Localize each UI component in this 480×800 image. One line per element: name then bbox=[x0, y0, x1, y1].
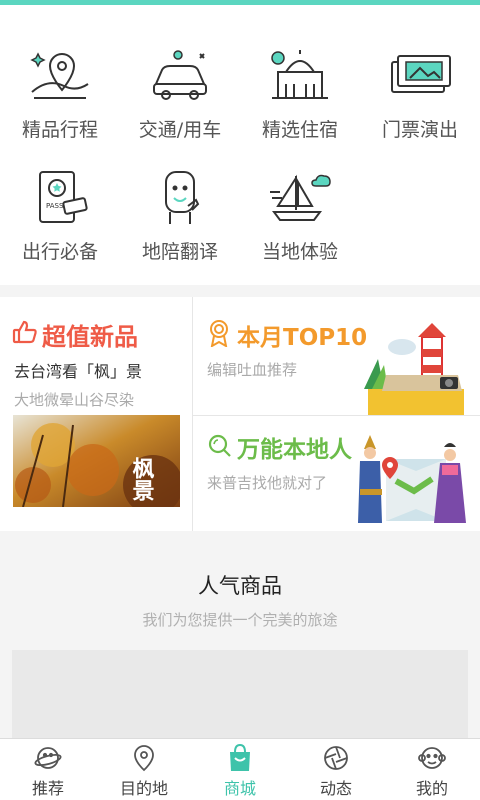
section-title: 人气商品 bbox=[198, 574, 282, 598]
category-guide[interactable]: 地陪翻译 bbox=[120, 142, 240, 263]
category-itinerary[interactable]: 精品行程 bbox=[0, 20, 120, 141]
monkey-icon bbox=[418, 747, 446, 769]
product-card-placeholder[interactable] bbox=[12, 650, 468, 740]
category-label: 当地体验 bbox=[261, 241, 338, 263]
promo-title: 超值新品 bbox=[42, 323, 138, 351]
section-subtitle: 我们为您提供一个完美的旅途 bbox=[142, 611, 338, 629]
category-grid: 精品行程 交通/用车 精选住宿 门票演出 PASS 出行必备 地陪翻译 当地体验 bbox=[0, 5, 480, 285]
category-experience[interactable]: 当地体验 bbox=[240, 142, 360, 263]
tab-destination[interactable]: 目的地 bbox=[96, 739, 192, 800]
location-icon bbox=[134, 745, 154, 772]
bottom-tab-bar: 推荐 目的地 商城 动态 我的 bbox=[0, 738, 480, 800]
medal-icon bbox=[210, 320, 228, 347]
passport-icon: PASS bbox=[39, 171, 88, 223]
promo-title: 万能本地人 bbox=[237, 437, 352, 463]
promo-subtitle: 去台湾看「枫」景 bbox=[14, 362, 143, 381]
promo-description: 编辑吐血推荐 bbox=[207, 361, 298, 379]
promo-description: 大地微晕山谷尽染 bbox=[14, 391, 135, 409]
category-label: 精品行程 bbox=[21, 119, 98, 141]
aperture-icon bbox=[324, 746, 348, 770]
tab-feed[interactable]: 动态 bbox=[288, 739, 384, 800]
category-label: 交通/用车 bbox=[138, 119, 222, 141]
promo-section: 超值新品 去台湾看「枫」景 大地微晕山谷尽染 枫景 本月TOP10 编辑吐血推荐… bbox=[0, 297, 480, 531]
tab-mine[interactable]: 我的 bbox=[384, 739, 480, 800]
tab-label: 推荐 bbox=[31, 779, 64, 798]
tab-label: 我的 bbox=[415, 779, 448, 798]
category-transport[interactable]: 交通/用车 bbox=[120, 20, 240, 141]
tab-label: 商城 bbox=[223, 779, 256, 798]
sailboat-icon bbox=[270, 174, 331, 221]
divider bbox=[192, 297, 193, 531]
category-label: 门票演出 bbox=[381, 119, 458, 141]
map-pin-icon bbox=[30, 52, 89, 99]
planet-icon bbox=[34, 747, 62, 769]
divider bbox=[193, 415, 480, 416]
shopping-bag-icon bbox=[230, 744, 250, 771]
guide-icon bbox=[165, 171, 200, 224]
category-label: 精选住宿 bbox=[261, 119, 338, 141]
category-tickets[interactable]: 门票演出 bbox=[360, 20, 480, 141]
image-caption: 枫景 bbox=[129, 456, 155, 501]
local-people-illustration bbox=[358, 435, 466, 523]
promo-title: 本月TOP10 bbox=[237, 325, 368, 351]
ticket-icon bbox=[391, 55, 451, 93]
lighthouse-illustration bbox=[364, 323, 464, 415]
promo-description: 来普吉找他就对了 bbox=[207, 474, 328, 492]
category-label: 出行必备 bbox=[21, 241, 98, 263]
thumbs-up-icon bbox=[12, 320, 37, 344]
search-icon bbox=[208, 434, 231, 457]
category-essentials[interactable]: PASS 出行必备 bbox=[0, 142, 120, 263]
car-icon bbox=[153, 50, 207, 100]
hotel-icon bbox=[271, 50, 328, 99]
maple-scenery-image: 枫景 bbox=[13, 415, 180, 507]
category-hotel[interactable]: 精选住宿 bbox=[240, 20, 360, 141]
tab-label: 动态 bbox=[319, 779, 352, 798]
tab-shop[interactable]: 商城 bbox=[192, 739, 288, 800]
tab-recommend[interactable]: 推荐 bbox=[0, 739, 96, 800]
svg-text:PASS: PASS bbox=[46, 202, 64, 210]
category-label: 地陪翻译 bbox=[141, 241, 218, 263]
tab-label: 目的地 bbox=[119, 779, 168, 798]
